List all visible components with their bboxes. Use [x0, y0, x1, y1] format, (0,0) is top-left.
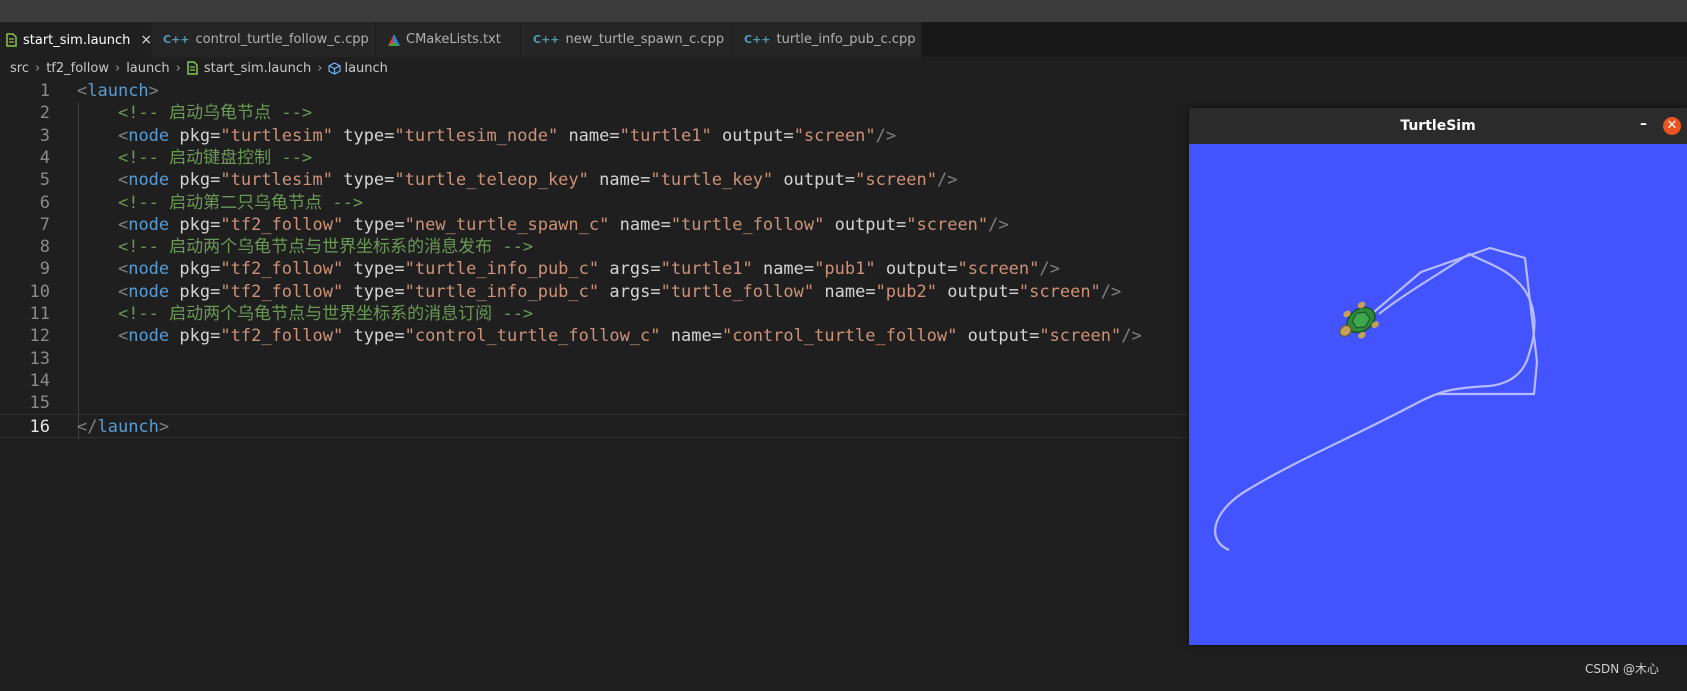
code-text: <node pkg="turtlesim" type="turtlesim_no… — [117, 125, 897, 146]
tab-label: turtle_info_pub_c.cpp — [776, 32, 916, 47]
window-title: TurtleSim — [1400, 118, 1476, 134]
tab-control-turtle-follow[interactable]: C++ control_turtle_follow_c.cpp — [151, 22, 376, 57]
code-text: <!-- 启动键盘控制 --> — [117, 147, 313, 168]
line-number: 11 — [29, 304, 50, 324]
chevron-right-icon: › — [175, 60, 181, 76]
line-number: 9 — [39, 259, 50, 280]
line-number: 5 — [39, 170, 50, 191]
turtlesim-window[interactable]: TurtleSim – ✕ — [1189, 108, 1687, 645]
code-text: <node pkg="tf2_follow" type="new_turtle_… — [117, 214, 1009, 235]
line-number: 16 — [29, 416, 50, 437]
line-number: 2 — [39, 103, 50, 124]
line-number: 7 — [39, 214, 50, 235]
line-number: 10 — [29, 281, 50, 302]
turtlesim-title-bar[interactable]: TurtleSim – ✕ — [1189, 108, 1687, 144]
breadcrumb: src › tf2_follow › launch › start_sim.la… — [0, 57, 1687, 79]
code-text: <!-- 启动第二只乌龟节点 --> — [117, 192, 364, 213]
line-number: 8 — [39, 237, 50, 258]
window-top-bar — [0, 0, 1687, 22]
breadcrumb-item-tf2-follow[interactable]: tf2_follow — [46, 61, 109, 76]
cpp-file-icon: C++ — [744, 33, 771, 46]
chevron-right-icon: › — [34, 60, 41, 76]
code-text: <node pkg="tf2_follow" type="turtle_info… — [117, 281, 1122, 302]
chevron-right-icon: › — [317, 60, 323, 76]
breadcrumb-item-file[interactable]: start_sim.launch — [204, 61, 311, 76]
code-line[interactable]: 1 <launch> — [0, 79, 1687, 103]
code-text: <launch> — [77, 81, 159, 101]
editor-tab-bar: start_sim.launch × C++ control_turtle_fo… — [0, 22, 1687, 57]
line-number: 6 — [39, 192, 50, 213]
breadcrumb-item-launch-folder[interactable]: launch — [126, 61, 169, 76]
tab-start-sim-launch[interactable]: start_sim.launch × — [0, 22, 152, 57]
tab-label: new_turtle_spawn_c.cpp — [565, 32, 725, 47]
watermark: CSDN @木心 — [1584, 662, 1659, 676]
code-text: <!-- 启动乌龟节点 --> — [117, 103, 313, 124]
launch-file-icon — [187, 61, 198, 75]
launch-file-icon — [6, 33, 17, 47]
code-text: </launch> — [77, 416, 170, 437]
turtle-trail — [1373, 246, 1539, 396]
tab-label: CMakeLists.txt — [406, 32, 501, 47]
code-text: <!-- 启动两个乌龟节点与世界坐标系的消息发布 --> — [117, 237, 534, 258]
tab-label: control_turtle_follow_c.cpp — [195, 32, 369, 47]
code-text: <node pkg="tf2_follow" type="turtle_info… — [117, 259, 1060, 280]
close-icon[interactable]: ✕ — [1663, 117, 1681, 135]
turtlesim-canvas — [1189, 144, 1687, 645]
tab-cmakelists[interactable]: CMakeLists.txt — [376, 22, 521, 57]
chevron-right-icon: › — [114, 60, 121, 76]
breadcrumb-item-symbol[interactable]: launch — [344, 61, 387, 76]
line-number: 1 — [39, 81, 50, 101]
minimize-icon[interactable]: – — [1640, 116, 1647, 132]
breadcrumb-item-src[interactable]: src — [10, 61, 29, 76]
line-number: 3 — [39, 125, 50, 146]
line-number: 14 — [29, 370, 50, 391]
cpp-file-icon: C++ — [163, 33, 190, 46]
turtle-icon — [1339, 301, 1379, 339]
code-text: <node pkg="tf2_follow" type="control_tur… — [117, 326, 1142, 347]
line-number: 12 — [29, 326, 50, 347]
cpp-file-icon: C++ — [533, 33, 560, 46]
line-number: 4 — [39, 147, 50, 168]
tab-new-turtle-spawn[interactable]: C++ new_turtle_spawn_c.cpp — [521, 22, 732, 57]
tab-label: start_sim.launch — [23, 32, 131, 48]
turtle-trail — [1214, 252, 1536, 552]
line-number: 13 — [29, 348, 50, 369]
tab-turtle-info-pub[interactable]: C++ turtle_info_pub_c.cpp — [732, 22, 922, 57]
code-text: <node pkg="turtlesim" type="turtle_teleo… — [117, 170, 958, 191]
cube-icon — [328, 61, 342, 75]
line-number: 15 — [29, 393, 50, 414]
cmake-file-icon — [388, 33, 400, 46]
code-text: <!-- 启动两个乌龟节点与世界坐标系的消息订阅 --> — [117, 304, 534, 324]
